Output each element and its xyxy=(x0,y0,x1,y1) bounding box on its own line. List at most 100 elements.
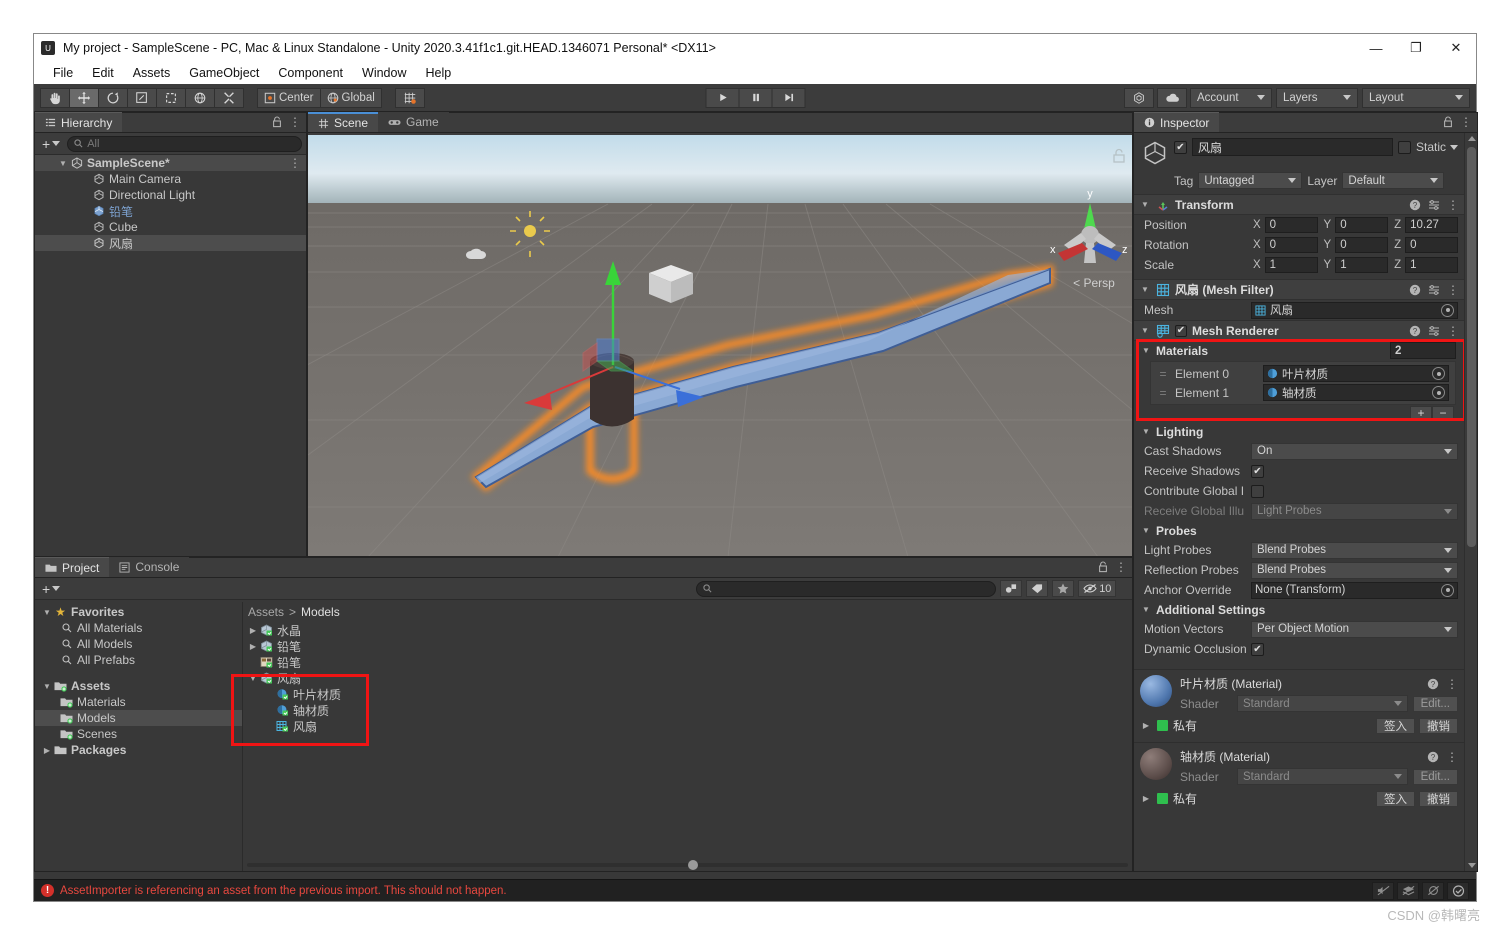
hierarchy-item-cube[interactable]: Cube xyxy=(35,219,306,235)
expand-arrow-icon[interactable]: ▶ xyxy=(41,746,53,755)
menu-window[interactable]: Window xyxy=(353,64,415,82)
remove-material-button[interactable]: − xyxy=(1432,406,1454,420)
expand-arrow-icon[interactable]: ▼ xyxy=(57,159,69,168)
hierarchy-item-fengshan[interactable]: 风扇 xyxy=(35,235,306,251)
component-menu-icon[interactable]: ⋮ xyxy=(1447,198,1459,212)
hierarchy-add-button[interactable]: + xyxy=(39,136,63,152)
gameobject-name-input[interactable]: 风扇 xyxy=(1192,138,1393,156)
grid-snap-icon[interactable] xyxy=(394,87,425,108)
project-menu-icon[interactable]: ⋮ xyxy=(1115,560,1127,574)
transform-component-header[interactable]: ▼ Transform ? ⋮ xyxy=(1134,194,1464,215)
project-tree-packages[interactable]: ▶ Packages xyxy=(35,742,242,758)
scrollbar-thumb[interactable] xyxy=(1467,147,1476,547)
expand-arrow-icon[interactable]: ▼ xyxy=(1140,346,1152,355)
expand-arrow-icon[interactable]: ▼ xyxy=(247,674,259,683)
breadcrumb-models[interactable]: Models xyxy=(301,605,340,619)
object-picker-icon[interactable] xyxy=(1441,583,1454,597)
project-tree-assets[interactable]: ▼ Assets xyxy=(35,678,242,694)
position-x-input[interactable]: 0 xyxy=(1264,217,1318,233)
hierarchy-item-main-camera[interactable]: Main Camera xyxy=(35,171,306,187)
cloud-icon[interactable] xyxy=(1157,87,1187,108)
transform-tool-button[interactable] xyxy=(185,87,215,108)
shader-edit-button[interactable]: Edit... xyxy=(1412,695,1458,712)
layers-status-icon[interactable] xyxy=(1397,881,1419,900)
revert-button[interactable]: 撤销 xyxy=(1419,790,1458,807)
project-tree-scenes[interactable]: Scenes xyxy=(35,726,242,742)
maximize-button[interactable]: ❐ xyxy=(1396,34,1436,62)
tab-inspector[interactable]: Inspector xyxy=(1134,112,1220,132)
checkin-button[interactable]: 签入 xyxy=(1376,717,1415,734)
project-hidden-toggle[interactable]: 10 xyxy=(1078,580,1117,597)
expand-arrow-icon[interactable]: ▼ xyxy=(41,608,53,617)
object-picker-icon[interactable] xyxy=(1441,303,1454,317)
layer-dropdown[interactable]: Default xyxy=(1342,172,1445,189)
expand-arrow-icon[interactable]: ▶ xyxy=(1140,721,1152,730)
filter-label-button[interactable] xyxy=(1026,580,1049,597)
asset-item-fengshan-mesh[interactable]: 风扇 xyxy=(243,718,1132,734)
element-0-object-field[interactable]: 叶片材质 xyxy=(1263,365,1449,382)
close-button[interactable]: ✕ xyxy=(1436,34,1476,62)
mesh-filter-header[interactable]: ▼ 风扇 (Mesh Filter) ? ⋮ xyxy=(1134,279,1464,300)
scroll-up-arrow-icon[interactable] xyxy=(1468,136,1476,141)
add-material-button[interactable]: + xyxy=(1410,406,1432,420)
asset-item-qianbi-texture[interactable]: 铅笔 xyxy=(243,654,1132,670)
project-search-input[interactable] xyxy=(696,580,997,597)
asset-item-zhoucaizhi[interactable]: 轴材质 xyxy=(243,702,1132,718)
scale-x-input[interactable]: 1 xyxy=(1264,257,1318,273)
drag-handle-icon[interactable]: = xyxy=(1155,367,1171,381)
menu-assets[interactable]: Assets xyxy=(124,64,180,82)
play-button[interactable] xyxy=(705,87,740,108)
probes-foldout[interactable]: ▼ Probes xyxy=(1134,521,1464,540)
tag-dropdown[interactable]: Untagged xyxy=(1198,172,1303,189)
menu-edit[interactable]: Edit xyxy=(83,64,123,82)
receive-shadows-checkbox[interactable] xyxy=(1251,464,1264,478)
asset-item-qianbi-model[interactable]: ▶ 铅笔 xyxy=(243,638,1132,654)
rotation-z-input[interactable]: 0 xyxy=(1405,237,1458,253)
gameobject-enabled-checkbox[interactable] xyxy=(1174,140,1187,154)
element-1-object-field[interactable]: 轴材质 xyxy=(1263,384,1449,401)
layout-dropdown[interactable]: Layout xyxy=(1362,87,1470,108)
expand-arrow-icon[interactable]: ▶ xyxy=(247,642,259,651)
pivot-mode-button[interactable]: Center xyxy=(257,87,321,108)
material-menu-icon[interactable]: ⋮ xyxy=(1446,750,1458,764)
lighting-foldout[interactable]: ▼ Lighting xyxy=(1134,422,1464,441)
rect-tool-button[interactable] xyxy=(156,87,186,108)
project-tree-all-prefabs[interactable]: All Prefabs xyxy=(35,652,242,668)
scene-menu-icon[interactable]: ⋮ xyxy=(289,156,301,170)
move-tool-button[interactable] xyxy=(69,87,99,108)
materials-foldout[interactable]: ▼ Materials 2 xyxy=(1134,341,1464,360)
hierarchy-menu-icon[interactable]: ⋮ xyxy=(289,115,301,129)
breadcrumb-assets[interactable]: Assets xyxy=(248,605,284,619)
check-status-icon[interactable] xyxy=(1447,881,1469,900)
hierarchy-item-directional-light[interactable]: Directional Light xyxy=(35,187,306,203)
object-picker-icon[interactable] xyxy=(1432,367,1445,380)
project-add-button[interactable]: + xyxy=(39,581,63,597)
rotation-y-input[interactable]: 0 xyxy=(1335,237,1389,253)
project-tree-models[interactable]: Models xyxy=(35,710,242,726)
shader-edit-button[interactable]: Edit... xyxy=(1412,768,1458,785)
material-menu-icon[interactable]: ⋮ xyxy=(1446,677,1458,691)
tab-project[interactable]: Project xyxy=(35,557,110,577)
inspector-scrollbar[interactable] xyxy=(1464,133,1477,871)
scale-z-input[interactable]: 1 xyxy=(1405,257,1458,273)
chevron-down-icon[interactable] xyxy=(1450,144,1458,150)
step-button[interactable] xyxy=(771,87,806,108)
collab-icon[interactable] xyxy=(1124,87,1154,108)
project-hscrollbar[interactable] xyxy=(243,860,1132,870)
reflection-probes-dropdown[interactable]: Blend Probes xyxy=(1251,561,1458,579)
hierarchy-item-qianbi[interactable]: 铅笔 xyxy=(35,203,306,219)
menu-component[interactable]: Component xyxy=(269,64,352,82)
component-menu-icon[interactable]: ⋮ xyxy=(1447,324,1459,338)
filter-favorite-button[interactable] xyxy=(1052,580,1075,597)
rotation-x-input[interactable]: 0 xyxy=(1264,237,1318,253)
rotate-tool-button[interactable] xyxy=(98,87,128,108)
scale-y-input[interactable]: 1 xyxy=(1335,257,1389,273)
tab-scene[interactable]: Scene xyxy=(308,112,379,132)
light-probes-dropdown[interactable]: Blend Probes xyxy=(1251,541,1458,559)
scrollbar-thumb[interactable] xyxy=(687,860,698,870)
minimize-button[interactable]: — xyxy=(1356,34,1396,62)
expand-arrow-icon[interactable]: ▼ xyxy=(1139,326,1151,335)
expand-arrow-icon[interactable]: ▼ xyxy=(1139,200,1151,209)
handle-space-button[interactable]: Global xyxy=(319,87,382,108)
static-label-group[interactable]: Static xyxy=(1416,140,1458,154)
